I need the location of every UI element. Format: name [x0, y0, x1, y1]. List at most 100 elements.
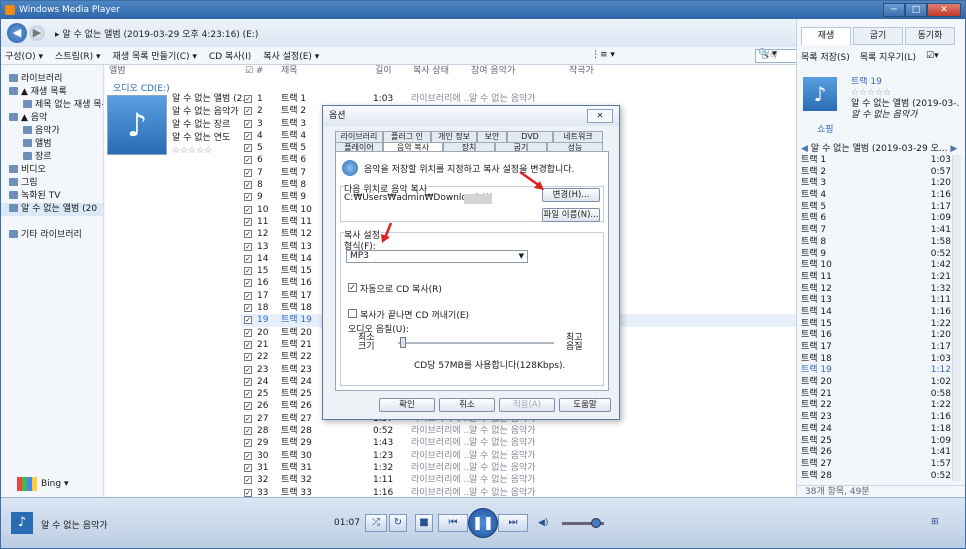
repeat-button[interactable]: ↻ [389, 514, 407, 532]
nav-item[interactable]: ▲ 재생 목록 [1, 86, 103, 99]
dialog-tab[interactable]: 보안 [477, 131, 507, 142]
track-checkbox[interactable]: ✓ [244, 95, 252, 103]
list-item[interactable]: 트랙 18 1:03 [801, 354, 951, 366]
now-playing-rating[interactable]: ☆☆☆☆☆ [851, 88, 959, 99]
next-button[interactable]: ⏭ [498, 514, 528, 532]
column-length[interactable]: 길이 [375, 65, 392, 78]
pause-button[interactable]: ❚❚ [468, 508, 498, 538]
track-checkbox[interactable]: ✓ [244, 144, 252, 153]
list-item[interactable]: 트랙 2 0:57 [801, 167, 951, 179]
track-checkbox[interactable]: ✓ [244, 131, 252, 140]
list-item[interactable]: 트랙 25 1:09 [801, 436, 951, 448]
nav-item[interactable]: 비디오 [1, 164, 103, 177]
change-location-button[interactable]: 변경(H)... [542, 188, 600, 202]
track-checkbox[interactable]: ✓ [244, 205, 252, 214]
shuffle-button[interactable]: ⤮ [365, 514, 387, 532]
stop-button[interactable]: ■ [415, 514, 433, 532]
cd-source[interactable]: 오디오 CD(E:) [113, 81, 170, 94]
track-checkbox[interactable]: ✓ [244, 340, 252, 349]
back-button[interactable]: ◀ [7, 23, 27, 43]
close-button[interactable]: ✕ [927, 3, 961, 17]
track-checkbox[interactable]: ✓ [244, 254, 252, 263]
list-item[interactable]: 트랙 20 1:02 [801, 377, 951, 389]
list-item[interactable]: 트랙 3 1:20 [801, 178, 951, 190]
file-name-button[interactable]: 파일 이름(N)... [542, 208, 600, 222]
list-item[interactable]: 트랙 26 1:41 [801, 447, 951, 459]
dialog-close-button[interactable]: ✕ [587, 109, 613, 123]
track-checkbox[interactable]: ✓ [244, 439, 252, 448]
album-rating[interactable]: ☆☆☆☆☆ [172, 145, 251, 158]
forward-button[interactable]: ▶ [29, 25, 45, 41]
track-checkbox[interactable]: ✓ [244, 156, 252, 165]
bing-search[interactable]: Bing ▾ [17, 477, 68, 491]
table-row[interactable]: ✓ 32 트랙 32 1:11 라이브러리에 ... 알 수 없는 음악가 [241, 474, 796, 486]
list-item[interactable]: 트랙 28 0:52 [801, 471, 951, 481]
track-checkbox[interactable]: ✓ [244, 463, 252, 472]
dialog-tab[interactable]: DVD [507, 131, 553, 142]
ok-button[interactable]: 확인 [379, 398, 435, 412]
list-item[interactable]: 트랙 1 1:03 [801, 155, 951, 167]
track-checkbox[interactable]: ✓ [244, 230, 252, 239]
list-item[interactable]: 트랙 21 0:58 [801, 389, 951, 401]
organize-menu[interactable]: 구성(O) ▾ [5, 49, 43, 62]
list-item[interactable]: 트랙 16 1:20 [801, 330, 951, 342]
nav-item[interactable]: 알 수 없는 앨범 (20 [1, 203, 103, 216]
dialog-tab[interactable]: 라이브러리 [335, 131, 383, 142]
nav-item[interactable]: 장르 [1, 151, 103, 164]
list-item[interactable]: 트랙 13 1:11 [801, 295, 951, 307]
search-icon[interactable]: 🔍 ▾ [758, 49, 777, 59]
track-checkbox[interactable]: ✓ [244, 488, 252, 497]
table-row[interactable]: ✓ 30 트랙 30 1:23 라이브러리에 ... 알 수 없는 음악가 [241, 450, 796, 462]
shop-link[interactable]: 쇼핑 [817, 122, 834, 135]
track-checkbox[interactable]: ✓ [244, 267, 252, 276]
list-item[interactable]: 트랙 7 1:41 [801, 225, 951, 237]
table-row[interactable]: ✓ 28 트랙 28 0:52 라이브러리에 ... 알 수 없는 음악가 [241, 425, 796, 437]
table-row[interactable]: ✓ 29 트랙 29 1:43 라이브러리에 ... 알 수 없는 음악가 [241, 437, 796, 449]
view-options-icon[interactable]: ⋮≡ ▾ [591, 50, 615, 60]
list-item[interactable]: 트랙 6 1:09 [801, 213, 951, 225]
help-button[interactable]: 도움말 [559, 398, 611, 412]
track-checkbox[interactable]: ✓ [244, 328, 252, 337]
nav-item[interactable]: 앨범 [1, 138, 103, 151]
list-item[interactable]: 트랙 27 1:57 [801, 459, 951, 471]
column-title[interactable]: 제목 [281, 65, 298, 78]
eject-checkbox[interactable] [348, 309, 357, 318]
nav-item[interactable]: 그림 [1, 177, 103, 190]
track-checkbox[interactable]: ✓ [244, 377, 252, 386]
tab-sync[interactable]: 동기화 [905, 27, 955, 45]
list-item[interactable]: 트랙 12 1:32 [801, 284, 951, 296]
list-item[interactable]: 트랙 17 1:17 [801, 342, 951, 354]
auto-rip-checkbox[interactable]: ✓ [348, 283, 357, 292]
nav-item[interactable]: 제목 없는 재생 목록 [1, 99, 103, 112]
tab-play[interactable]: 재생 [801, 27, 851, 45]
clear-list-button[interactable]: 목록 지우기(L) [860, 50, 916, 63]
list-item[interactable]: 트랙 19 1:12 [801, 365, 951, 377]
list-item[interactable]: 트랙 22 1:22 [801, 400, 951, 412]
track-checkbox[interactable]: ✓ [244, 390, 252, 399]
dialog-tab[interactable]: 플러그 인 [383, 131, 431, 142]
create-playlist-menu[interactable]: 재생 목록 만들기(C) ▾ [113, 49, 197, 62]
column-contributing-artist[interactable]: 참여 음악가 [471, 65, 515, 78]
nav-item[interactable]: 음악가 [1, 125, 103, 138]
table-row[interactable]: ✓ 31 트랙 31 1:32 라이브러리에 ... 알 수 없는 음악가 [241, 462, 796, 474]
rip-cd-button[interactable]: CD 복사(I) [209, 49, 251, 62]
list-item[interactable]: 트랙 8 1:58 [801, 237, 951, 249]
track-checkbox[interactable]: ✓ [244, 217, 252, 226]
track-checkbox[interactable]: ✓ [244, 107, 252, 116]
track-checkbox[interactable]: ✓ [244, 414, 252, 423]
volume-icon[interactable]: ◀) [538, 518, 548, 528]
track-checkbox[interactable]: ✓ [244, 193, 252, 202]
track-checkbox[interactable]: ✓ [244, 279, 252, 288]
maximize-button[interactable]: □ [905, 3, 927, 17]
column-composer[interactable]: 작곡가 [569, 65, 594, 78]
list-item[interactable]: 트랙 10 1:42 [801, 260, 951, 272]
dialog-tab[interactable]: 네트워크 [553, 131, 603, 142]
save-list-button[interactable]: 목록 저장(S) [801, 50, 850, 63]
format-select[interactable]: MP3 ▼ [346, 250, 528, 263]
quality-slider-knob[interactable] [400, 337, 406, 348]
list-item[interactable]: 트랙 11 1:21 [801, 272, 951, 284]
cancel-button[interactable]: 취소 [439, 398, 495, 412]
breadcrumb[interactable]: ▸ 알 수 없는 앨범 (2019-03-29 오후 4:23:16) (E:) [55, 27, 258, 40]
track-checkbox[interactable]: ✓ [244, 181, 252, 190]
list-item[interactable]: 트랙 24 1:18 [801, 424, 951, 436]
